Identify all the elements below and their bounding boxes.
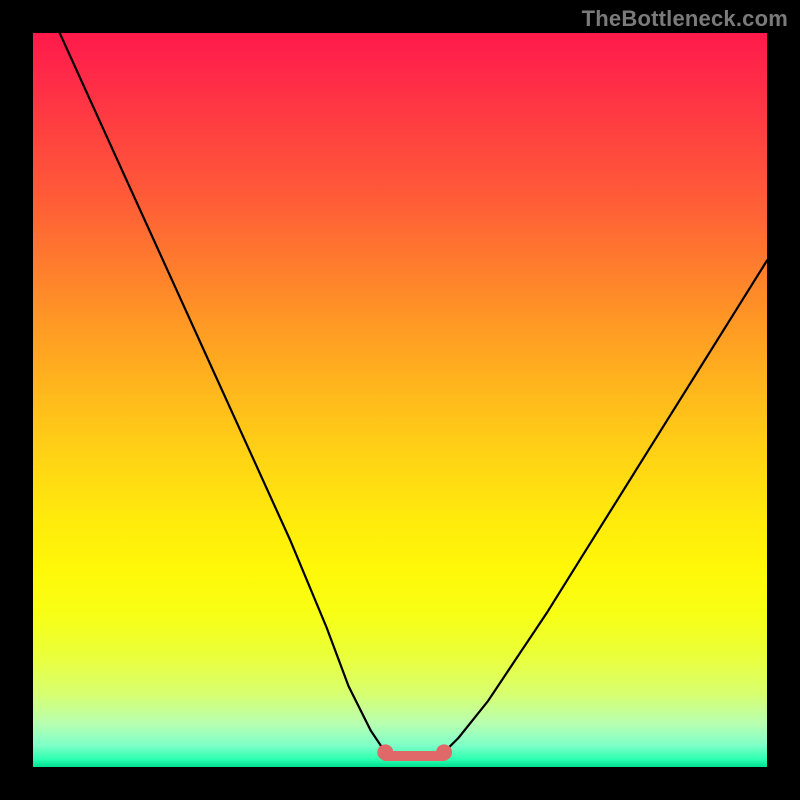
chart-frame: TheBottleneck.com	[0, 0, 800, 800]
curve-layer	[33, 33, 767, 767]
marker-right	[436, 744, 452, 760]
bottleneck-curve-path	[33, 33, 767, 760]
marker-left	[377, 744, 393, 760]
plot-area	[33, 33, 767, 767]
watermark-text: TheBottleneck.com	[582, 6, 788, 32]
